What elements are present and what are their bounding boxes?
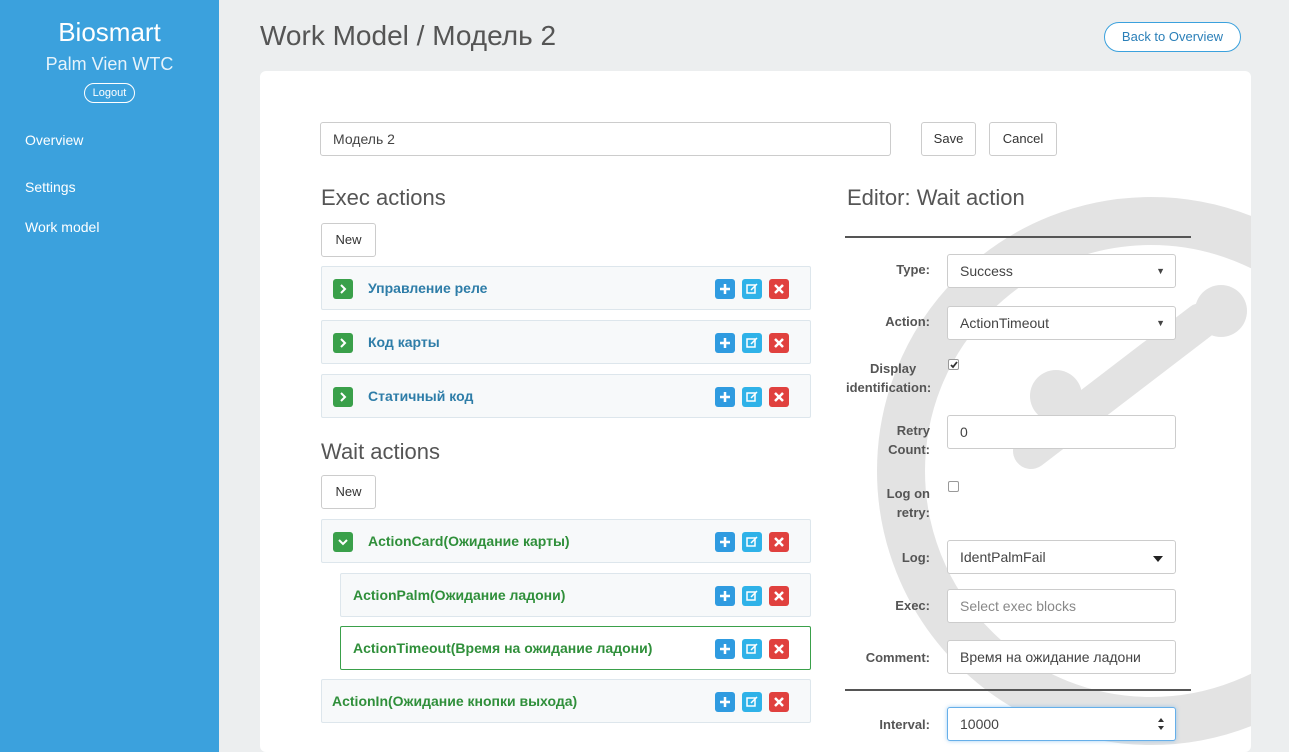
exec-block-label: Управление реле	[368, 280, 488, 296]
exec-block-label: Код карты	[368, 334, 440, 350]
main-panel: Модель 2 Save Cancel Exec actions New Уп…	[260, 71, 1251, 752]
editor-divider-2	[845, 689, 1191, 691]
sidebar-item-overview[interactable]: Overview	[0, 127, 219, 167]
interval-label: Interval:	[879, 717, 930, 732]
sidebar: Biosmart Palm Vien WTC Logout Overview S…	[0, 0, 219, 752]
page-title: Work Model / Модель 2	[260, 20, 557, 51]
collapse-icon[interactable]	[333, 532, 353, 552]
edit-icon[interactable]	[742, 532, 762, 552]
interval-input[interactable]: 10000	[947, 707, 1176, 741]
add-icon[interactable]	[715, 639, 735, 659]
type-label: Type:	[896, 262, 930, 277]
retry-label: Retry	[896, 423, 930, 438]
editor-divider	[845, 236, 1191, 238]
add-icon[interactable]	[715, 532, 735, 552]
add-icon[interactable]	[715, 333, 735, 353]
delete-icon[interactable]	[769, 692, 789, 712]
exec-block-label: Статичный код	[368, 388, 474, 404]
comment-label: Comment:	[865, 650, 930, 665]
add-icon[interactable]	[715, 387, 735, 407]
sidebar-item-settings[interactable]: Settings	[0, 167, 219, 207]
log-on-retry-label-2: retry:	[896, 505, 930, 520]
logout-button[interactable]: Logout	[83, 83, 136, 103]
back-to-overview-button[interactable]: Back to Overview	[1104, 22, 1241, 52]
wait-sub-block[interactable]: ActionPalm(Ожидание ладони)	[340, 573, 811, 617]
exec-block[interactable]: Статичный код	[321, 374, 811, 418]
delete-icon[interactable]	[769, 586, 789, 606]
edit-icon[interactable]	[742, 279, 762, 299]
display-identification-checkbox[interactable]	[948, 359, 959, 370]
delete-icon[interactable]	[769, 279, 789, 299]
wait-actions-title: Wait actions	[321, 439, 441, 464]
exec-label: Exec:	[895, 598, 930, 613]
log-select[interactable]: IdentPalmFail	[947, 540, 1176, 574]
expand-icon[interactable]	[333, 333, 353, 353]
wait-block-label: ActionIn(Ожидание кнопки выхода)	[332, 693, 578, 709]
wait-block[interactable]: ActionIn(Ожидание кнопки выхода)	[321, 679, 811, 723]
spinner-arrows-icon[interactable]	[1157, 717, 1165, 731]
delete-icon[interactable]	[769, 333, 789, 353]
model-name-input[interactable]: Модель 2	[320, 122, 891, 156]
sidebar-item-work-model[interactable]: Work model	[0, 207, 219, 247]
add-icon[interactable]	[715, 692, 735, 712]
dropdown-icon: ▼	[1156, 266, 1165, 276]
exec-block[interactable]: Код карты	[321, 320, 811, 364]
action-select[interactable]: ActionTimeout ▼	[947, 306, 1176, 340]
comment-input[interactable]: Время на ожидание ладони	[947, 640, 1176, 674]
dropdown-icon	[1153, 556, 1163, 562]
edit-icon[interactable]	[742, 333, 762, 353]
expand-icon[interactable]	[333, 279, 353, 299]
exec-actions-title: Exec actions	[321, 185, 446, 210]
wait-block-label: ActionPalm(Ожидание ладони)	[353, 587, 566, 603]
display-label: Display	[870, 361, 917, 376]
edit-icon[interactable]	[742, 692, 762, 712]
wait-block-label: ActionTimeout(Время на ожидание ладони)	[353, 640, 653, 656]
edit-icon[interactable]	[742, 387, 762, 407]
add-icon[interactable]	[715, 586, 735, 606]
delete-icon[interactable]	[769, 532, 789, 552]
log-on-retry-checkbox[interactable]	[948, 481, 959, 492]
log-on-retry-label: Log on	[886, 486, 930, 501]
wait-block-label: ActionCard(Ожидание карты)	[368, 533, 570, 549]
wait-sub-block-selected[interactable]: ActionTimeout(Время на ожидание ладони)	[340, 626, 811, 670]
sidebar-nav: Overview Settings Work model	[0, 127, 219, 247]
edit-icon[interactable]	[742, 639, 762, 659]
retry-count-input[interactable]: 0	[947, 415, 1176, 449]
editor-title: Editor: Wait action	[847, 185, 1025, 210]
display-label-2: identification:	[846, 380, 932, 395]
wait-new-button[interactable]: New	[321, 475, 376, 509]
wait-block[interactable]: ActionCard(Ожидание карты)	[321, 519, 811, 563]
exec-blocks-input[interactable]: Select exec blocks	[947, 589, 1176, 623]
exec-block[interactable]: Управление реле	[321, 266, 811, 310]
delete-icon[interactable]	[769, 387, 789, 407]
type-select[interactable]: Success ▼	[947, 254, 1176, 288]
dropdown-icon: ▼	[1156, 318, 1165, 328]
cancel-button[interactable]: Cancel	[989, 122, 1057, 156]
action-label: Action:	[885, 314, 930, 329]
delete-icon[interactable]	[769, 639, 789, 659]
log-label: Log:	[901, 550, 930, 565]
retry-label-2: Count:	[888, 442, 930, 457]
site-name: Palm Vien WTC	[45, 54, 174, 74]
brand-name: Biosmart	[58, 17, 161, 47]
save-button[interactable]: Save	[921, 122, 976, 156]
exec-new-button[interactable]: New	[321, 223, 376, 257]
edit-icon[interactable]	[742, 586, 762, 606]
expand-icon[interactable]	[333, 387, 353, 407]
add-icon[interactable]	[715, 279, 735, 299]
